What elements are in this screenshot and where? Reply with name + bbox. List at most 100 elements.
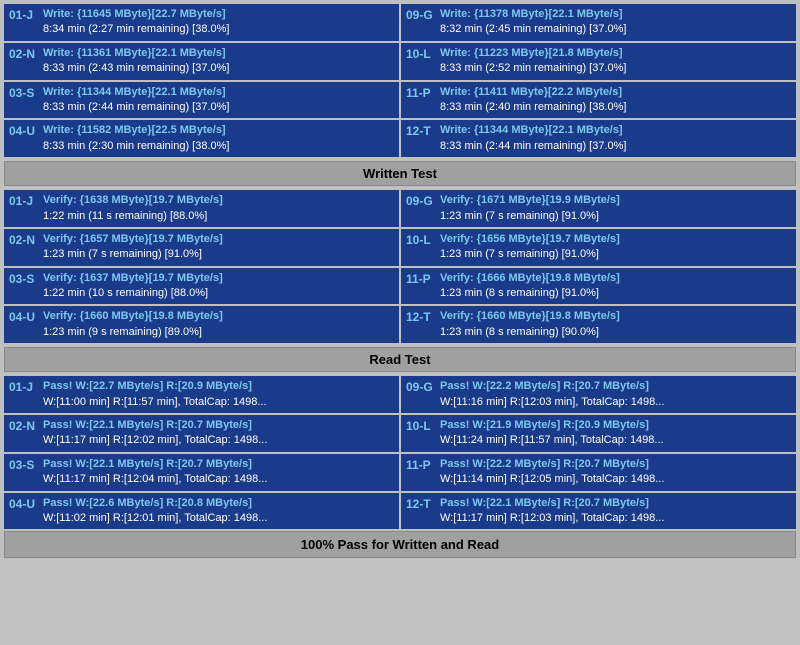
- device-id: 11-P: [406, 85, 436, 102]
- device-line1: Write: {11411 MByte}[22.2 MByte/s]: [440, 85, 791, 100]
- device-data: Write: {11378 MByte}[22.1 MByte/s]8:32 m…: [440, 7, 791, 38]
- device-data: Verify: {1637 MByte}[19.7 MByte/s]1:22 m…: [43, 271, 394, 302]
- drive-cell-02n: 02-NPass! W:[22.1 MByte/s] R:[20.7 MByte…: [4, 415, 399, 452]
- pass-grid: 01-JPass! W:[22.7 MByte/s] R:[20.9 MByte…: [4, 376, 796, 529]
- device-id: 11-P: [406, 457, 436, 474]
- device-line2: W:[11:24 min] R:[11:57 min], TotalCap: 1…: [440, 433, 791, 448]
- device-line2: 8:33 min (2:44 min remaining) [37.0%]: [440, 139, 791, 154]
- device-id: 02-N: [9, 46, 39, 63]
- device-line2: 8:33 min (2:43 min remaining) [37.0%]: [43, 61, 394, 76]
- drive-cell-04u: 04-UVerify: {1660 MByte}[19.8 MByte/s]1:…: [4, 306, 399, 343]
- device-line1: Pass! W:[22.2 MByte/s] R:[20.7 MByte/s]: [440, 379, 791, 394]
- device-data: Write: {11361 MByte}[22.1 MByte/s]8:33 m…: [43, 46, 394, 77]
- device-line1: Verify: {1637 MByte}[19.7 MByte/s]: [43, 271, 394, 286]
- device-line2: 8:33 min (2:40 min remaining) [38.0%]: [440, 100, 791, 115]
- device-line2: 8:33 min (2:44 min remaining) [37.0%]: [43, 100, 394, 115]
- device-data: Pass! W:[22.2 MByte/s] R:[20.7 MByte/s]W…: [440, 457, 791, 488]
- drive-cell-09g: 09-GVerify: {1671 MByte}[19.9 MByte/s]1:…: [401, 190, 796, 227]
- device-data: Write: {11223 MByte}[21.8 MByte/s]8:33 m…: [440, 46, 791, 77]
- drive-cell-02n: 02-NWrite: {11361 MByte}[22.1 MByte/s]8:…: [4, 43, 399, 80]
- device-line1: Write: {11582 MByte}[22.5 MByte/s]: [43, 123, 394, 138]
- device-line1: Write: {11378 MByte}[22.1 MByte/s]: [440, 7, 791, 22]
- device-id: 03-S: [9, 85, 39, 102]
- drive-cell-09g: 09-GWrite: {11378 MByte}[22.1 MByte/s]8:…: [401, 4, 796, 41]
- drive-cell-04u: 04-UWrite: {11582 MByte}[22.5 MByte/s]8:…: [4, 120, 399, 157]
- device-data: Pass! W:[22.1 MByte/s] R:[20.7 MByte/s]W…: [43, 457, 394, 488]
- device-line2: 1:23 min (7 s remaining) [91.0%]: [440, 209, 791, 224]
- device-line1: Pass! W:[21.9 MByte/s] R:[20.9 MByte/s]: [440, 418, 791, 433]
- device-id: 11-P: [406, 271, 436, 288]
- device-id: 03-S: [9, 271, 39, 288]
- device-id: 04-U: [9, 309, 39, 326]
- drive-cell-03s: 03-SWrite: {11344 MByte}[22.1 MByte/s]8:…: [4, 82, 399, 119]
- device-data: Verify: {1666 MByte}[19.8 MByte/s]1:23 m…: [440, 271, 791, 302]
- device-data: Verify: {1656 MByte}[19.7 MByte/s]1:23 m…: [440, 232, 791, 263]
- device-line2: W:[11:14 min] R:[12:05 min], TotalCap: 1…: [440, 472, 791, 487]
- device-id: 12-T: [406, 123, 436, 140]
- device-line2: 1:23 min (7 s remaining) [91.0%]: [440, 247, 791, 262]
- device-line2: W:[11:00 min] R:[11:57 min], TotalCap: 1…: [43, 395, 394, 410]
- device-id: 10-L: [406, 46, 436, 63]
- device-line1: Verify: {1656 MByte}[19.7 MByte/s]: [440, 232, 791, 247]
- device-data: Pass! W:[22.1 MByte/s] R:[20.7 MByte/s]W…: [440, 496, 791, 527]
- drive-cell-04u: 04-U Pass! W:[22.6 MByte/s] R:[20.8 MByte…: [4, 493, 399, 530]
- device-line1: Pass! W:[22.2 MByte/s] R:[20.7 MByte/s]: [440, 457, 791, 472]
- drive-cell-03s: 03-SVerify: {1637 MByte}[19.7 MByte/s]1:…: [4, 268, 399, 305]
- device-data: Verify: {1638 MByte}[19.7 MByte/s]1:22 m…: [43, 193, 394, 224]
- device-data: Write: {11411 MByte}[22.2 MByte/s]8:33 m…: [440, 85, 791, 116]
- device-line1: Write: {11344 MByte}[22.1 MByte/s]: [440, 123, 791, 138]
- device-line1: Pass! W:[22.6 MByte/s] R:[20.8 MByte/s]: [43, 496, 394, 511]
- device-line1: Write: {11645 MByte}[22.7 MByte/s]: [43, 7, 394, 22]
- main-container: 01-JWrite: {11645 MByte}[22.7 MByte/s]8:…: [0, 0, 800, 562]
- device-line2: 1:23 min (8 s remaining) [91.0%]: [440, 286, 791, 301]
- device-data: Pass! W:[22.7 MByte/s] R:[20.9 MByte/s]W…: [43, 379, 394, 410]
- read-test-header: Read Test: [4, 347, 796, 372]
- footer-bar: 100% Pass for Written and Read: [4, 531, 796, 558]
- device-line1: Write: {11344 MByte}[22.1 MByte/s]: [43, 85, 394, 100]
- drive-cell-01j: 01-JVerify: {1638 MByte}[19.7 MByte/s]1:…: [4, 190, 399, 227]
- device-data: Pass! W:[22.1 MByte/s] R:[20.7 MByte/s]W…: [43, 418, 394, 449]
- write-grid: 01-JWrite: {11645 MByte}[22.7 MByte/s]8:…: [4, 4, 796, 157]
- device-line2: W:[11:17 min] R:[12:03 min], TotalCap: 1…: [440, 511, 791, 526]
- device-line2: W:[11:17 min] R:[12:04 min], TotalCap: 1…: [43, 472, 394, 487]
- drive-cell-01j: 01-JWrite: {11645 MByte}[22.7 MByte/s]8:…: [4, 4, 399, 41]
- device-data: Verify: {1660 MByte}[19.8 MByte/s]1:23 m…: [440, 309, 791, 340]
- device-id: 04-U: [9, 123, 39, 140]
- device-line1: Verify: {1666 MByte}[19.8 MByte/s]: [440, 271, 791, 286]
- device-id: 12-T: [406, 309, 436, 326]
- device-data: Write: {11645 MByte}[22.7 MByte/s]8:34 m…: [43, 7, 394, 38]
- write-section: 01-JWrite: {11645 MByte}[22.7 MByte/s]8:…: [4, 4, 796, 186]
- verify-grid: 01-JVerify: {1638 MByte}[19.7 MByte/s]1:…: [4, 190, 796, 343]
- drive-cell-11p: 11-PPass! W:[22.2 MByte/s] R:[20.7 MByte…: [401, 454, 796, 491]
- device-id: 12-T: [406, 496, 436, 513]
- device-line1: Pass! W:[22.7 MByte/s] R:[20.9 MByte/s]: [43, 379, 394, 394]
- device-data: Verify: {1660 MByte}[19.8 MByte/s]1:23 m…: [43, 309, 394, 340]
- drive-cell-10l: 10-LWrite: {11223 MByte}[21.8 MByte/s]8:…: [401, 43, 796, 80]
- drive-cell-09g: 09-GPass! W:[22.2 MByte/s] R:[20.7 MByte…: [401, 376, 796, 413]
- device-line2: 1:23 min (7 s remaining) [91.0%]: [43, 247, 394, 262]
- device-id: 03-S: [9, 457, 39, 474]
- device-data: Write: {11582 MByte}[22.5 MByte/s]8:33 m…: [43, 123, 394, 154]
- device-line2: 1:23 min (8 s remaining) [90.0%]: [440, 325, 791, 340]
- device-id: 02-N: [9, 418, 39, 435]
- device-data: Verify: {1657 MByte}[19.7 MByte/s]1:23 m…: [43, 232, 394, 263]
- drive-cell-10l: 10-LPass! W:[21.9 MByte/s] R:[20.9 MByte…: [401, 415, 796, 452]
- device-id: 02-N: [9, 232, 39, 249]
- device-id: 09-G: [406, 193, 436, 210]
- device-id: 10-L: [406, 232, 436, 249]
- device-line2: 8:33 min (2:30 min remaining) [38.0%]: [43, 139, 394, 154]
- device-line1: Write: {11361 MByte}[22.1 MByte/s]: [43, 46, 394, 61]
- device-data: Verify: {1671 MByte}[19.9 MByte/s]1:23 m…: [440, 193, 791, 224]
- device-id: 04-U: [9, 496, 39, 513]
- device-line1: Pass! W:[22.1 MByte/s] R:[20.7 MByte/s]: [440, 496, 791, 511]
- device-id: 09-G: [406, 379, 436, 396]
- device-line1: Pass! W:[22.1 MByte/s] R:[20.7 MByte/s]: [43, 418, 394, 433]
- device-line2: 8:34 min (2:27 min remaining) [38.0%]: [43, 22, 394, 37]
- device-line1: Verify: {1638 MByte}[19.7 MByte/s]: [43, 193, 394, 208]
- device-line1: Verify: {1660 MByte}[19.8 MByte/s]: [43, 309, 394, 324]
- device-data: Write: {11344 MByte}[22.1 MByte/s]8:33 m…: [43, 85, 394, 116]
- device-data: Write: {11344 MByte}[22.1 MByte/s]8:33 m…: [440, 123, 791, 154]
- device-data: Pass! W:[22.2 MByte/s] R:[20.7 MByte/s]W…: [440, 379, 791, 410]
- drive-cell-11p: 11-PWrite: {11411 MByte}[22.2 MByte/s]8:…: [401, 82, 796, 119]
- device-line1: Write: {11223 MByte}[21.8 MByte/s]: [440, 46, 791, 61]
